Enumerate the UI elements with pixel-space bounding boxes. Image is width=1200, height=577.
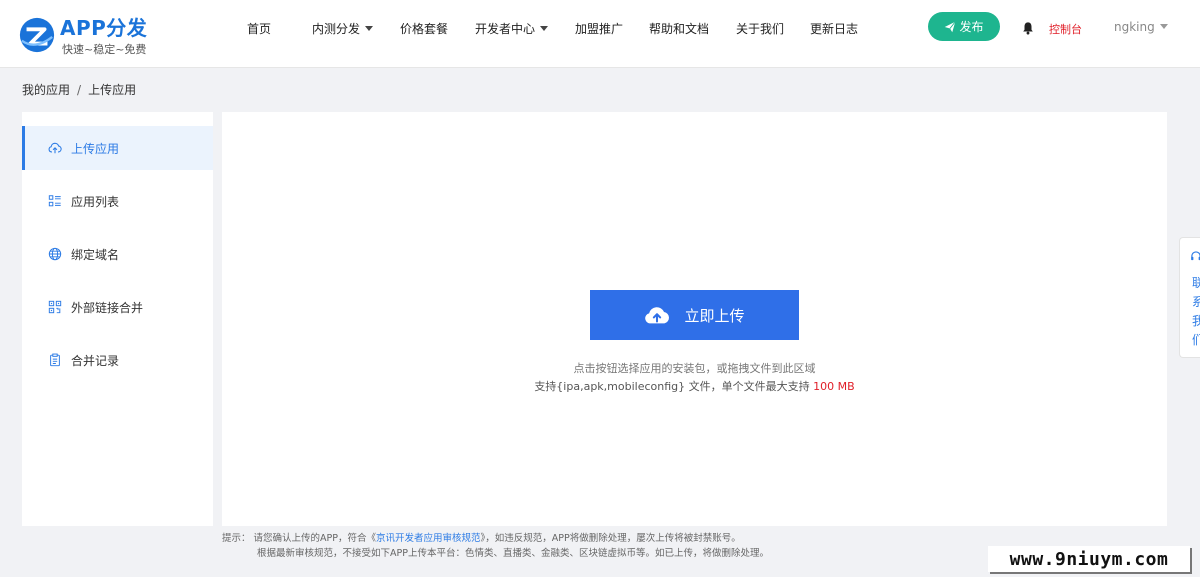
sidebar-item-label: 外部链接合并 [71,300,144,315]
upload-hint: 点击按钮选择应用的安装包，或拖拽文件到此区域 [573,362,816,375]
nav-label: 内测分发 [312,22,361,36]
console-link[interactable]: 控制台 [1049,21,1082,37]
chevron-down-icon [365,26,374,31]
upload-drop-area[interactable]: 立即上传 点击按钮选择应用的安装包，或拖拽文件到此区域 支持{ipa,apk,m… [222,112,1167,526]
cloud-upload-icon [645,307,670,324]
nav-developer-center[interactable]: 开发者中心 [475,20,549,37]
breadcrumb-current: 上传应用 [88,83,137,97]
qrcode-icon [48,300,62,314]
logo-icon [19,17,55,53]
nav-partner-promotion[interactable]: 加盟推广 [575,20,623,37]
contact-us-panel[interactable]: 联系我们 [1179,237,1200,358]
chevron-down-icon [1159,24,1168,29]
nav-pricing[interactable]: 价格套餐 [400,20,448,37]
tips-text: 根据最新审核规范，不接受如下APP上传本平台：色情类、直播类、金融类、区块链虚拟… [257,548,769,559]
top-navbar: APP分发 快速~稳定~免费 首页 内测分发 价格套餐 开发者中心 加盟推广 帮… [0,0,1200,68]
globe-icon [48,247,62,261]
clipboard-icon [50,353,60,367]
review-guidelines-link[interactable]: 京讯开发者应用审核规范 [376,533,481,544]
upload-tips: 提示： 请您确认上传的APP，符合《京讯开发者应用审核规范》，如违反规范，APP… [222,531,769,561]
user-menu[interactable]: ngking [1114,20,1168,34]
nav-beta-distribution[interactable]: 内测分发 [312,20,374,37]
watermark: www.9niuym.com [988,546,1190,572]
tips-text: 请您确认上传的APP，符合《 [253,533,377,544]
cloud-upload-icon [48,142,62,154]
send-icon [945,20,957,32]
breadcrumb-parent[interactable]: 我的应用 [22,83,70,97]
nav-help-docs[interactable]: 帮助和文档 [649,20,709,37]
logo-subtitle: 快速~稳定~免费 [62,43,147,56]
breadcrumb: 我的应用 / 上传应用 [22,81,136,98]
upload-now-button[interactable]: 立即上传 [590,290,799,340]
publish-label: 发布 [959,20,984,34]
format-text: 支持{ipa,apk,mobileconfig} 文件，单个文件最大支持 [534,380,810,393]
nav-about-us[interactable]: 关于我们 [736,20,784,37]
publish-button[interactable]: 发布 [928,12,1000,41]
sidebar-item-upload-app[interactable]: 上传应用 [22,126,213,170]
sidebar-item-external-link-merge[interactable]: 外部链接合并 [22,285,213,329]
chevron-down-icon [540,26,549,31]
sidebar-item-app-list[interactable]: 应用列表 [22,179,213,223]
tips-text: 》，如违反规范，APP将做删除处理，屡次上传将被封禁账号。 [480,533,741,544]
sidebar-item-merge-records[interactable]: 合并记录 [22,338,213,382]
nav-home[interactable]: 首页 [247,20,271,37]
contact-us-label: 联系我们 [1192,274,1200,350]
breadcrumb-separator: / [77,83,82,97]
upload-button-label: 立即上传 [684,306,745,325]
list-icon [48,195,61,207]
sidebar: 上传应用 应用列表 绑定域名 外部链接合并 合并记录 [22,112,213,526]
upload-format-hint: 支持{ipa,apk,mobileconfig} 文件，单个文件最大支持 100… [222,378,1167,394]
sidebar-item-label: 合并记录 [71,353,120,368]
sidebar-item-bind-domain[interactable]: 绑定域名 [22,232,213,276]
logo-title: APP分发 [60,16,148,40]
size-limit: 100 MB [813,380,855,393]
nav-label: 开发者中心 [475,22,536,36]
bell-icon[interactable] [1021,21,1035,35]
nav-changelog[interactable]: 更新日志 [810,20,858,37]
headset-icon [1191,251,1200,261]
sidebar-item-label: 应用列表 [71,194,120,209]
tips-prefix: 提示： [222,533,251,544]
username: ngking [1114,20,1155,34]
sidebar-item-label: 绑定域名 [71,247,120,262]
sidebar-item-label: 上传应用 [71,141,120,156]
